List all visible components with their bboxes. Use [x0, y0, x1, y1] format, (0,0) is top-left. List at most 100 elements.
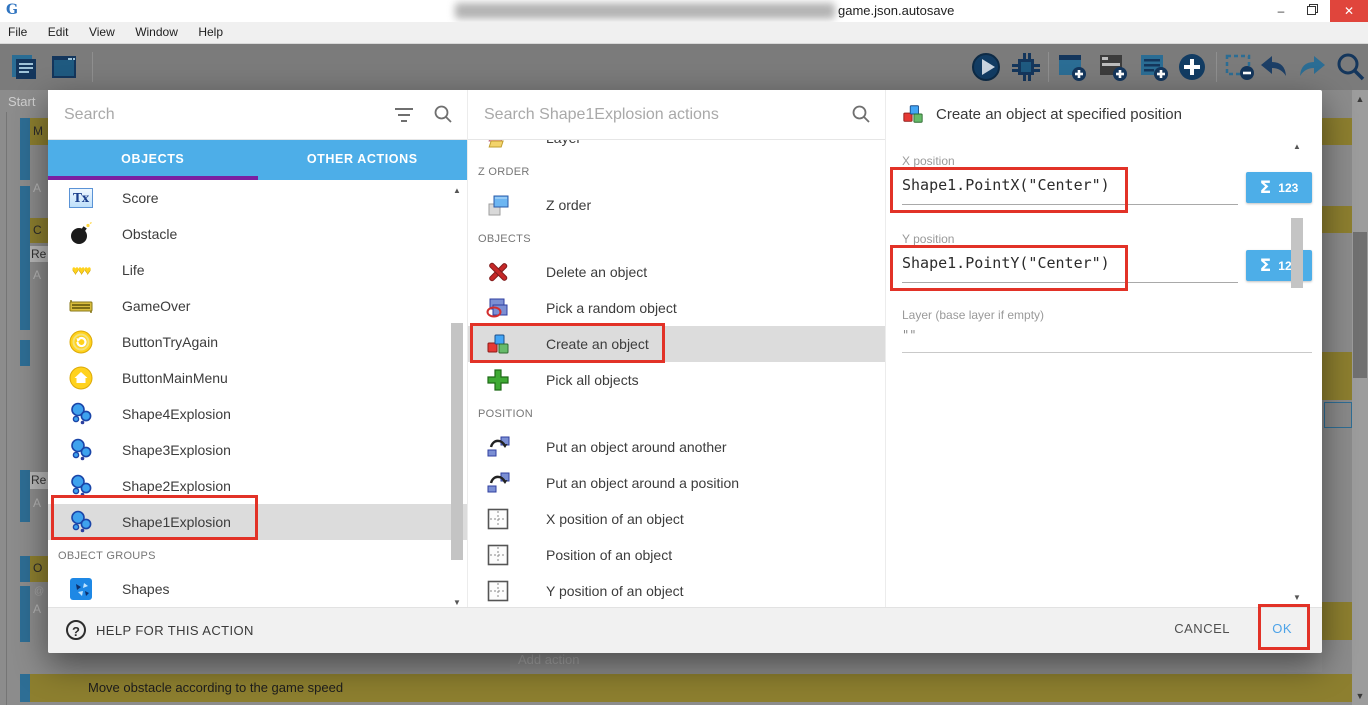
explosion-icon	[68, 437, 94, 463]
action-item-label: Create an object	[546, 336, 649, 352]
params-panel: Create an object at specified position X…	[886, 90, 1322, 607]
object-item-score[interactable]: TxScore	[48, 180, 467, 216]
search-icon[interactable]	[433, 104, 453, 124]
scroll-down-icon[interactable]: ▼	[1352, 691, 1368, 701]
object-item-label: Shape4Explosion	[122, 406, 231, 422]
search-icon[interactable]	[1334, 51, 1366, 83]
actions-panel: LayerZ ORDERZ orderOBJECTSDelete an obje…	[468, 90, 886, 607]
object-item-label: Shape1Explosion	[122, 514, 231, 530]
action-item-put-an-object-around-a-position[interactable]: Put an object around a position	[468, 465, 885, 501]
z-order-icon	[485, 192, 511, 218]
pick-all-icon	[485, 367, 511, 393]
actions-search-input[interactable]	[484, 102, 776, 128]
scrollbar-thumb[interactable]	[1291, 218, 1303, 288]
object-item-shape3explosion[interactable]: Shape3Explosion	[48, 432, 467, 468]
scene-editor-icon[interactable]	[48, 51, 80, 83]
restore-icon	[1307, 6, 1316, 15]
search-icon[interactable]	[851, 104, 871, 124]
scrollbar-thumb[interactable]	[1353, 232, 1367, 378]
gdevelop-logo-icon: G	[6, 2, 24, 20]
action-item-create-an-object[interactable]: Create an object	[468, 326, 885, 362]
scroll-up-icon[interactable]: ▲	[450, 186, 464, 195]
filter-icon[interactable]	[395, 108, 413, 126]
object-item-shape4explosion[interactable]: Shape4Explosion	[48, 396, 467, 432]
tab-other-actions[interactable]: OTHER ACTIONS	[258, 140, 468, 180]
delete-event-icon[interactable]	[1224, 51, 1256, 83]
object-item-shape2explosion[interactable]: Shape2Explosion	[48, 468, 467, 504]
background-tab-start: Start	[8, 94, 35, 109]
object-item-shapes[interactable]: Shapes	[48, 571, 467, 607]
object-item-gameover[interactable]: GameOver	[48, 288, 467, 324]
menu-help[interactable]: Help	[198, 22, 223, 43]
action-item-y-position-of-an-object[interactable]: Y position of an object	[468, 573, 885, 607]
action-item-x-position-of-an-object[interactable]: X position of an object	[468, 501, 885, 537]
sigma-icon: Σ	[1260, 178, 1272, 198]
add-subevent-icon[interactable]	[1097, 51, 1129, 83]
menu-edit[interactable]: Edit	[48, 22, 69, 43]
scroll-down-icon[interactable]: ▼	[1290, 593, 1304, 602]
delete-cross-icon	[485, 259, 511, 285]
ok-button[interactable]: OK	[1272, 621, 1292, 636]
bomb-icon	[68, 221, 94, 247]
layer-value[interactable]: ""	[902, 328, 916, 342]
action-item-z-order[interactable]: Z order	[468, 187, 885, 223]
instruction-editor-dialog: OBJECTS OTHER ACTIONS TxScoreObstacle♥♥♥…	[48, 90, 1322, 653]
scroll-up-icon[interactable]: ▲	[1290, 142, 1304, 151]
scrollbar-thumb[interactable]	[451, 323, 463, 560]
help-button[interactable]: ? HELP FOR THIS ACTION	[66, 620, 254, 640]
action-item-label: Put an object around a position	[546, 475, 739, 491]
objects-search-input[interactable]	[64, 102, 357, 128]
tab-objects[interactable]: OBJECTS	[48, 140, 258, 180]
position-icon	[485, 506, 511, 532]
add-comment-icon[interactable]	[1138, 51, 1170, 83]
play-icon[interactable]	[970, 51, 1002, 83]
scroll-down-icon[interactable]: ▼	[450, 598, 464, 607]
menu-window[interactable]: Window	[135, 22, 178, 43]
object-item-life[interactable]: ♥♥♥Life	[48, 252, 467, 288]
actions-scrollbar[interactable]: ▲ ▼	[1290, 142, 1304, 602]
background-comment-bar: Move obstacle according to the game spee…	[30, 674, 1352, 702]
explosion-icon	[68, 401, 94, 427]
dialog-footer: ? HELP FOR THIS ACTION CANCEL OK	[48, 607, 1322, 653]
cancel-button[interactable]: CANCEL	[1174, 621, 1230, 636]
object-item-buttontryagain[interactable]: ButtonTryAgain	[48, 324, 467, 360]
toolbar-separator	[92, 52, 93, 82]
menu-view[interactable]: View	[89, 22, 115, 43]
y-position-value[interactable]: Shape1.PointY("Center")	[902, 254, 1110, 272]
action-item-delete-an-object[interactable]: Delete an object	[468, 254, 885, 290]
debug-icon[interactable]	[1010, 51, 1042, 83]
scroll-up-icon[interactable]: ▲	[1352, 94, 1368, 104]
close-button[interactable]: ✕	[1330, 0, 1368, 22]
add-event-icon[interactable]	[1056, 51, 1088, 83]
toolbar	[0, 44, 1368, 90]
shapes-group-icon	[68, 576, 94, 602]
gameover-banner-icon	[68, 293, 94, 319]
active-tab-indicator	[48, 176, 258, 180]
position-icon	[485, 542, 511, 568]
retry-button-icon	[68, 329, 94, 355]
restore-button[interactable]	[1296, 0, 1326, 22]
x-position-value[interactable]: Shape1.PointX("Center")	[902, 176, 1110, 194]
pick-random-icon	[485, 295, 511, 321]
action-item-position-of-an-object[interactable]: Position of an object	[468, 537, 885, 573]
objects-scrollbar[interactable]: ▲ ▼	[450, 186, 464, 607]
put-around-icon	[485, 434, 511, 460]
background-scrollbar[interactable]: ▲ ▼	[1352, 90, 1368, 705]
action-item-label: Position of an object	[546, 547, 672, 563]
objects-list: TxScoreObstacle♥♥♥LifeGameOverButtonTryA…	[48, 180, 467, 607]
action-item-pick-a-random-object[interactable]: Pick a random object	[468, 290, 885, 326]
add-circle-icon[interactable]	[1176, 51, 1208, 83]
object-item-shape1explosion[interactable]: Shape1Explosion	[48, 504, 467, 540]
menu-file[interactable]: File	[8, 22, 27, 43]
object-item-buttonmainmenu[interactable]: ButtonMainMenu	[48, 360, 467, 396]
redo-icon[interactable]	[1296, 51, 1328, 83]
toolbar-separator	[1216, 52, 1217, 82]
minimize-button[interactable]: –	[1266, 0, 1296, 22]
action-item-put-an-object-around-another[interactable]: Put an object around another	[468, 429, 885, 465]
undo-icon[interactable]	[1258, 51, 1290, 83]
layer-label: Layer (base layer if empty)	[902, 308, 1044, 322]
project-manager-icon[interactable]	[8, 51, 40, 83]
action-item-pick-all-objects[interactable]: Pick all objects	[468, 362, 885, 398]
object-item-obstacle[interactable]: Obstacle	[48, 216, 467, 252]
create-object-icon	[902, 103, 924, 125]
